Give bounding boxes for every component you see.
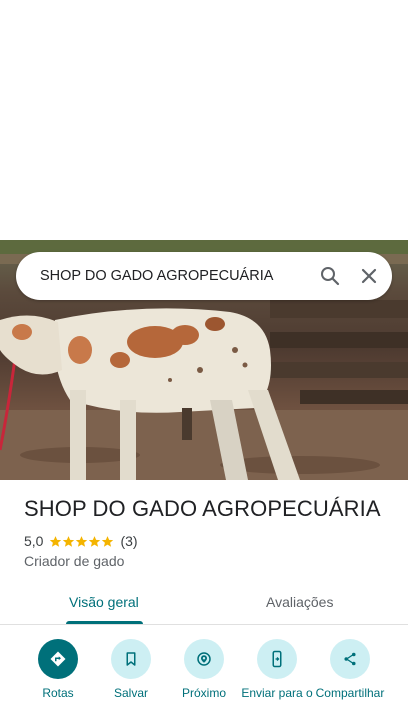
close-icon[interactable] (357, 264, 381, 288)
search-bar[interactable]: SHOP DO GADO AGROPECUÁRIA (16, 252, 392, 300)
star-icon (89, 535, 101, 547)
directions-button[interactable]: Rotas (20, 639, 96, 701)
place-title: SHOP DO GADO AGROPECUÁRIA (24, 496, 381, 521)
star-icon (50, 535, 62, 547)
bookmark-icon (111, 639, 151, 679)
rating-row[interactable]: 5,0 (3) (24, 533, 138, 549)
nearby-label: Próximo (181, 686, 226, 700)
share-icon (330, 639, 370, 679)
save-button[interactable]: Salvar (93, 639, 169, 701)
nearby-button[interactable]: Próximo (166, 639, 242, 701)
place-category: Criador de gado (24, 553, 125, 569)
send-to-phone-button[interactable]: Enviar para o (239, 639, 315, 701)
star-icon (76, 535, 88, 547)
star-icon (63, 535, 75, 547)
search-icon[interactable] (318, 264, 342, 288)
share-button[interactable]: Compartilhar (312, 639, 388, 701)
rating-value: 5,0 (24, 533, 44, 549)
tab-divider (0, 624, 408, 625)
star-icon (102, 535, 114, 547)
directions-icon (38, 639, 78, 679)
search-query-text[interactable]: SHOP DO GADO AGROPECUÁRIA (40, 252, 273, 300)
save-label: Salvar (113, 686, 148, 700)
send-to-phone-icon (257, 639, 297, 679)
tab-overview[interactable]: Visão geral (69, 593, 139, 611)
star-rating (49, 535, 114, 548)
review-count[interactable]: (3) (120, 533, 137, 549)
share-label: Compartilhar (315, 686, 385, 700)
directions-label: Rotas (42, 686, 74, 700)
tab-reviews[interactable]: Avaliações (266, 593, 333, 611)
send-to-phone-label: Enviar para o (241, 686, 313, 700)
top-blank-area (0, 0, 408, 240)
nearby-icon (184, 639, 224, 679)
